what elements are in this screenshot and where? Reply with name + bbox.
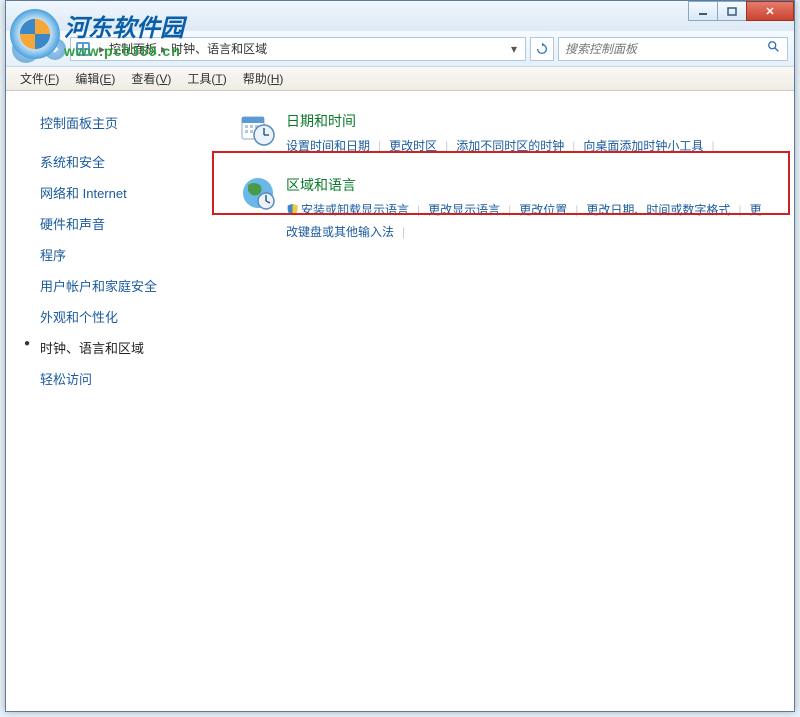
task-link[interactable]: 更改显示语言 (428, 203, 500, 217)
link-separator: | (738, 203, 741, 217)
maximize-button[interactable] (717, 1, 747, 21)
search-box[interactable] (558, 37, 788, 61)
sidebar-item-6[interactable]: 时钟、语言和区域 (6, 332, 216, 363)
sidebar-item-5[interactable]: 外观和个性化 (6, 301, 216, 332)
task-link[interactable]: 设置时间和日期 (286, 139, 370, 153)
link-separator: | (572, 139, 575, 153)
watermark-logo-icon (10, 9, 60, 59)
menu-t[interactable]: 工具(T) (179, 68, 234, 89)
menubar: 文件(F)编辑(E)查看(V)工具(T)帮助(H) (6, 67, 794, 91)
category-title-datetime[interactable]: 日期和时间 (286, 111, 762, 131)
task-link[interactable]: 更改位置 (519, 203, 567, 217)
link-separator: | (378, 139, 381, 153)
refresh-button[interactable] (530, 37, 554, 61)
sidebar-item-4[interactable]: 用户帐户和家庭安全 (6, 270, 216, 301)
watermark-url: www.pc0359.cn (64, 43, 184, 59)
region-icon (240, 175, 276, 211)
category-region: 区域和语言 安装或卸载显示语言 | 更改显示语言 | 更改位置 | 更改日期、时间或数字格式… (240, 175, 770, 243)
sidebar: 控制面板主页 系统和安全网络和 Internet硬件和声音程序用户帐户和家庭安全… (6, 91, 216, 711)
link-separator: | (402, 225, 405, 239)
menu-h[interactable]: 帮助(H) (235, 68, 292, 89)
close-button[interactable] (746, 1, 794, 21)
minimize-button[interactable] (688, 1, 718, 21)
control-panel-window: ▸ 控制面板 ▸ 时钟、语言和区域 ▾ 文件(F)编辑(E)查看(V)工具(T)… (5, 0, 795, 712)
sidebar-item-0[interactable]: 系统和安全 (6, 146, 216, 177)
sidebar-home[interactable]: 控制面板主页 (6, 109, 216, 146)
link-separator: | (508, 203, 511, 217)
task-link[interactable]: 更改时区 (389, 139, 437, 153)
task-link[interactable]: 向桌面添加时钟小工具 (583, 139, 703, 153)
task-link[interactable]: 添加不同时区的时钟 (456, 139, 564, 153)
search-input[interactable] (565, 42, 767, 56)
search-icon[interactable] (767, 40, 781, 57)
menu-v[interactable]: 查看(V) (123, 68, 179, 89)
link-separator: | (445, 139, 448, 153)
link-separator: | (711, 139, 714, 153)
category-title-region[interactable]: 区域和语言 (286, 175, 762, 195)
menu-f[interactable]: 文件(F) (12, 68, 67, 89)
task-link[interactable]: 更改日期、时间或数字格式 (586, 203, 730, 217)
sidebar-item-3[interactable]: 程序 (6, 239, 216, 270)
datetime-icon (240, 111, 276, 147)
breadcrumb-dropdown[interactable]: ▾ (507, 42, 521, 56)
link-separator: | (575, 203, 578, 217)
sidebar-item-2[interactable]: 硬件和声音 (6, 208, 216, 239)
task-link[interactable]: 安装或卸载显示语言 (301, 203, 409, 217)
sidebar-item-7[interactable]: 轻松访问 (6, 363, 216, 394)
category-datetime: 日期和时间 设置时间和日期 | 更改时区 | 添加不同时区的时钟 | 向桌面添加时钟小工具 | (240, 111, 770, 157)
menu-e[interactable]: 编辑(E) (67, 68, 123, 89)
watermark: 河东软件园 www.pc0359.cn (10, 8, 184, 59)
content-area: 控制面板主页 系统和安全网络和 Internet硬件和声音程序用户帐户和家庭安全… (6, 91, 794, 711)
breadcrumb-item[interactable]: 时钟、语言和区域 (171, 40, 267, 57)
main-panel: 日期和时间 设置时间和日期 | 更改时区 | 添加不同时区的时钟 | 向桌面添加时钟小工具 |… (216, 91, 794, 711)
shield-icon (286, 203, 299, 216)
link-separator: | (417, 203, 420, 217)
watermark-title: 河东软件园 (64, 8, 184, 43)
sidebar-item-1[interactable]: 网络和 Internet (6, 177, 216, 208)
